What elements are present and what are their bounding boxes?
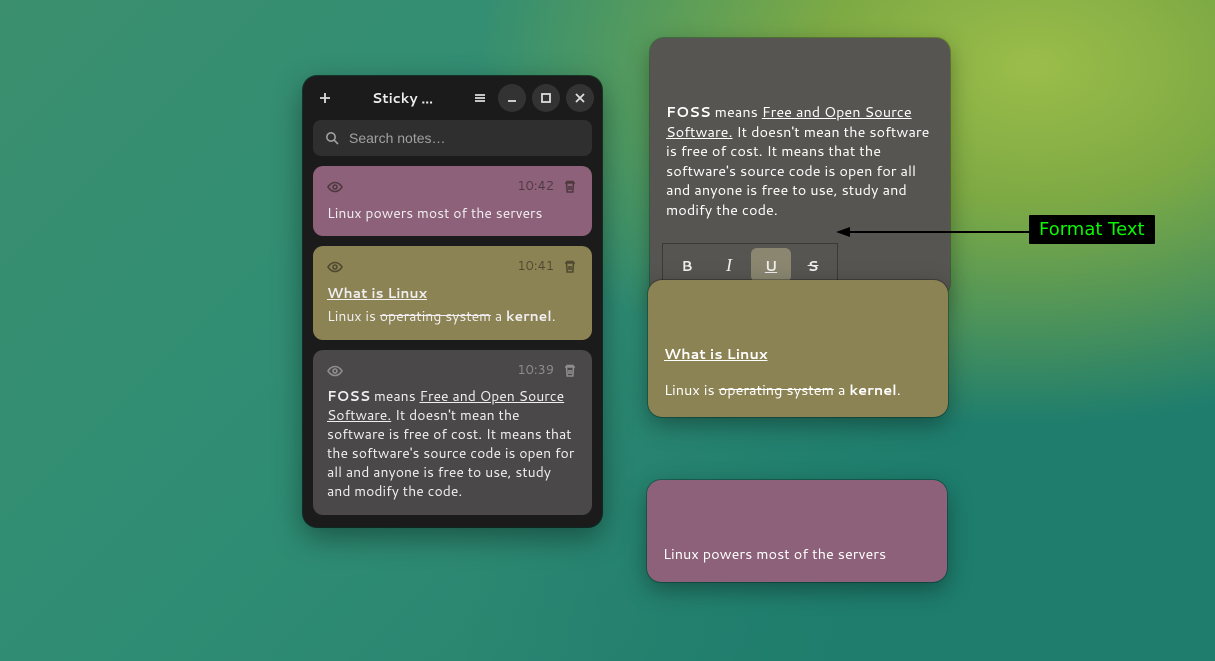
text: . (552, 306, 556, 326)
text: a (834, 379, 850, 400)
sticky-note-servers[interactable]: Linux powers most of the servers (647, 480, 947, 582)
sticky-note-linux[interactable]: What is Linux Linux is operating system … (648, 280, 948, 417)
text: a (491, 306, 506, 326)
trash-icon[interactable] (562, 179, 578, 195)
text: Linux is (664, 379, 719, 400)
search-field[interactable] (313, 120, 592, 156)
text: . (897, 379, 901, 400)
maximize-icon (539, 91, 553, 105)
hamburger-menu-button[interactable] (466, 84, 494, 112)
note-body: FOSS means Free and Open Source Software… (327, 387, 578, 500)
note-title: What is Linux (327, 284, 578, 303)
visibility-icon (327, 259, 343, 275)
minimize-icon (505, 91, 519, 105)
visibility-icon (327, 179, 343, 195)
sticky-title: What is Linux (664, 344, 768, 364)
maximize-button[interactable] (532, 84, 560, 112)
visibility-icon (327, 363, 343, 379)
list-item[interactable]: 10:41 What is Linux Linux is operating s… (313, 246, 592, 339)
list-item[interactable]: 10:42 Linux powers most of the servers (313, 166, 592, 236)
text-bold: kernel (506, 306, 552, 326)
bold-glyph: B (681, 256, 692, 276)
text-bold: FOSS (327, 386, 370, 406)
underline-glyph: U (765, 256, 777, 276)
note-body: Linux powers most of the servers (327, 204, 578, 223)
strike-glyph: S (808, 256, 819, 276)
window-title: Sticky … (343, 88, 462, 108)
sticky-body[interactable]: What is Linux Linux is operating system … (648, 336, 948, 417)
sticky-note-foss[interactable]: FOSS means Free and Open Source Software… (650, 38, 950, 297)
minimize-button[interactable] (498, 84, 526, 112)
sticky-body[interactable]: Linux powers most of the servers (647, 536, 947, 582)
search-icon (325, 131, 339, 145)
close-icon (573, 91, 587, 105)
trash-icon[interactable] (562, 363, 578, 379)
plus-icon (318, 91, 332, 105)
list-item[interactable]: 10:39 FOSS means Free and Open Source So… (313, 350, 592, 515)
new-note-button[interactable] (311, 84, 339, 112)
text-strikethrough: operating system (380, 306, 491, 326)
sticky-body[interactable]: FOSS means Free and Open Source Software… (650, 94, 950, 237)
text-bold: kernel (849, 379, 896, 400)
close-button[interactable] (566, 84, 594, 112)
format-underline-button[interactable]: U (751, 248, 791, 282)
text: Linux powers most of the servers (663, 543, 886, 564)
text: Linux is (327, 306, 380, 326)
text-bold: FOSS (666, 101, 711, 122)
text: means (370, 386, 419, 406)
annotation-label: Format Text (1029, 215, 1155, 244)
format-italic-button[interactable]: I (709, 248, 749, 282)
hamburger-icon (473, 91, 487, 105)
italic-glyph: I (726, 253, 732, 277)
format-strike-button[interactable]: S (793, 248, 833, 282)
note-body: Linux is operating system a kernel. (327, 307, 578, 326)
text: means (711, 101, 762, 122)
note-time: 10:41 (517, 258, 554, 276)
titlebar: Sticky … (303, 76, 602, 120)
search-input[interactable] (349, 130, 580, 146)
note-time: 10:42 (517, 178, 554, 196)
notes-list: 10:42 Linux powers most of the servers 1… (303, 166, 602, 515)
format-bold-button[interactable]: B (667, 248, 707, 282)
text-strikethrough: operating system (719, 379, 834, 400)
sticky-notes-app-window: Sticky … 10:42 (303, 76, 602, 527)
note-time: 10:39 (517, 362, 554, 380)
trash-icon[interactable] (562, 259, 578, 275)
